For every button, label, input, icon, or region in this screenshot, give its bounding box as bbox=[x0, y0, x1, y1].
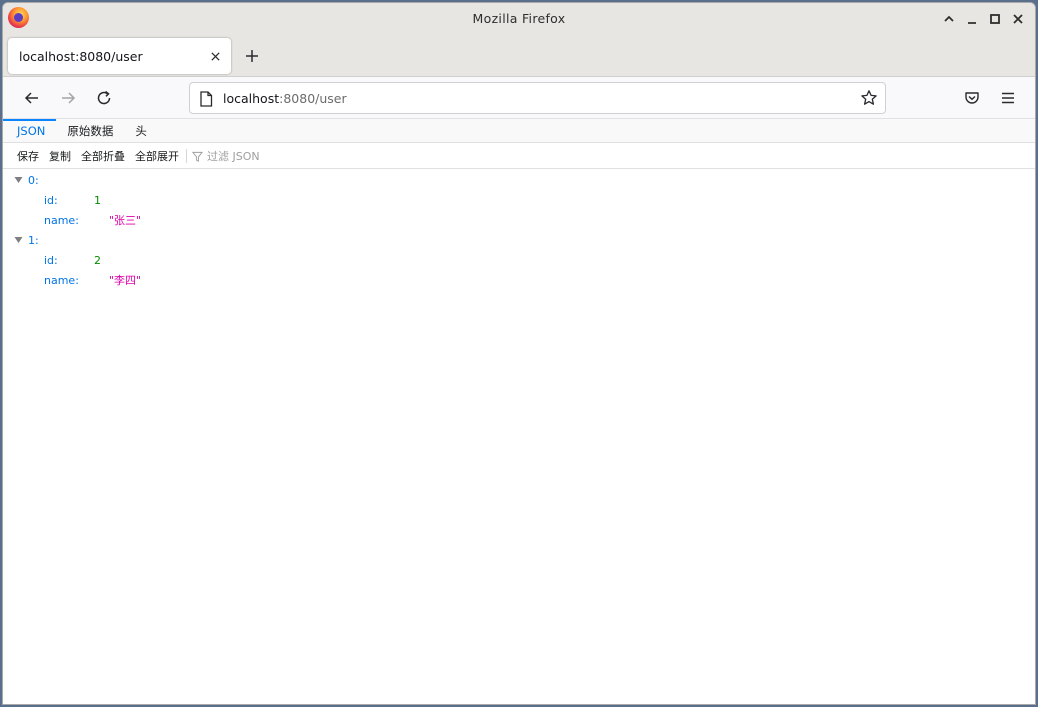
url-host: localhost bbox=[223, 91, 280, 106]
url-bar[interactable]: localhost:8080/user bbox=[189, 82, 886, 114]
bookmark-star-icon[interactable] bbox=[860, 89, 878, 107]
json-value-number: 1 bbox=[94, 193, 101, 207]
json-row[interactable]: id: 1 bbox=[3, 190, 1035, 210]
filter-placeholder: 过滤 JSON bbox=[207, 150, 260, 163]
url-text: localhost:8080/user bbox=[223, 91, 347, 106]
page-icon bbox=[200, 91, 213, 107]
tab-strip: localhost:8080/user bbox=[3, 33, 1035, 77]
forward-arrow-icon[interactable] bbox=[58, 88, 78, 108]
json-row[interactable]: name: "张三" bbox=[3, 210, 1035, 230]
chevron-up-icon[interactable] bbox=[939, 9, 958, 28]
reload-icon[interactable] bbox=[94, 88, 114, 108]
maximize-icon[interactable] bbox=[985, 9, 1004, 28]
json-key: name: bbox=[44, 273, 79, 287]
json-row[interactable]: id: 2 bbox=[3, 250, 1035, 270]
window-title: Mozilla Firefox bbox=[472, 10, 566, 26]
json-key: id: bbox=[44, 193, 58, 207]
json-value-string: "张三" bbox=[109, 214, 142, 227]
collapse-all-button[interactable]: 全部折叠 bbox=[76, 144, 130, 169]
title-bar: Mozilla Firefox bbox=[3, 3, 1035, 33]
tab-headers[interactable]: 头 bbox=[124, 119, 158, 143]
tab-localhost-user[interactable]: localhost:8080/user bbox=[8, 38, 231, 74]
json-node-0[interactable]: 0: bbox=[3, 170, 1035, 190]
json-tree: 0: id: 1 name: "张三" 1: id: 2 name: "李四" bbox=[3, 170, 1035, 290]
url-path: :8080/user bbox=[279, 91, 347, 106]
navigation-bar: localhost:8080/user bbox=[3, 77, 1035, 119]
tab-close-icon[interactable] bbox=[208, 49, 222, 63]
expand-all-button[interactable]: 全部展开 bbox=[130, 144, 184, 169]
new-tab-plus-icon[interactable] bbox=[242, 46, 262, 66]
save-button[interactable]: 保存 bbox=[12, 144, 44, 169]
json-value-string: "李四" bbox=[109, 274, 142, 287]
back-arrow-icon[interactable] bbox=[22, 88, 42, 108]
json-row[interactable]: name: "李四" bbox=[3, 270, 1035, 290]
pocket-icon[interactable] bbox=[962, 88, 982, 108]
browser-window: Mozilla Firefox localhost:8080/user loca… bbox=[2, 2, 1036, 705]
firefox-logo-icon bbox=[8, 7, 29, 28]
close-icon[interactable] bbox=[1008, 9, 1027, 28]
tab-label: localhost:8080/user bbox=[19, 48, 143, 64]
json-key: 0: bbox=[28, 173, 39, 187]
json-key: 1: bbox=[28, 233, 39, 247]
minimize-icon[interactable] bbox=[962, 9, 981, 28]
copy-button[interactable]: 复制 bbox=[44, 144, 76, 169]
json-value-number: 2 bbox=[94, 253, 101, 267]
toolbar-divider bbox=[186, 149, 187, 163]
expand-triangle-icon[interactable] bbox=[14, 236, 23, 244]
window-controls bbox=[939, 9, 1027, 28]
filter-json-input[interactable]: 过滤 JSON bbox=[192, 148, 260, 164]
json-key: name: bbox=[44, 213, 79, 227]
menu-hamburger-icon[interactable] bbox=[998, 88, 1018, 108]
json-key: id: bbox=[44, 253, 58, 267]
filter-funnel-icon bbox=[192, 151, 203, 162]
json-node-1[interactable]: 1: bbox=[3, 230, 1035, 250]
json-viewer-tabs: JSON 原始数据 头 bbox=[3, 119, 1035, 143]
json-toolbar: 保存 复制 全部折叠 全部展开 过滤 JSON bbox=[3, 144, 1035, 169]
tab-raw-data[interactable]: 原始数据 bbox=[56, 119, 124, 143]
expand-triangle-icon[interactable] bbox=[14, 176, 23, 184]
tab-json[interactable]: JSON bbox=[3, 119, 57, 143]
